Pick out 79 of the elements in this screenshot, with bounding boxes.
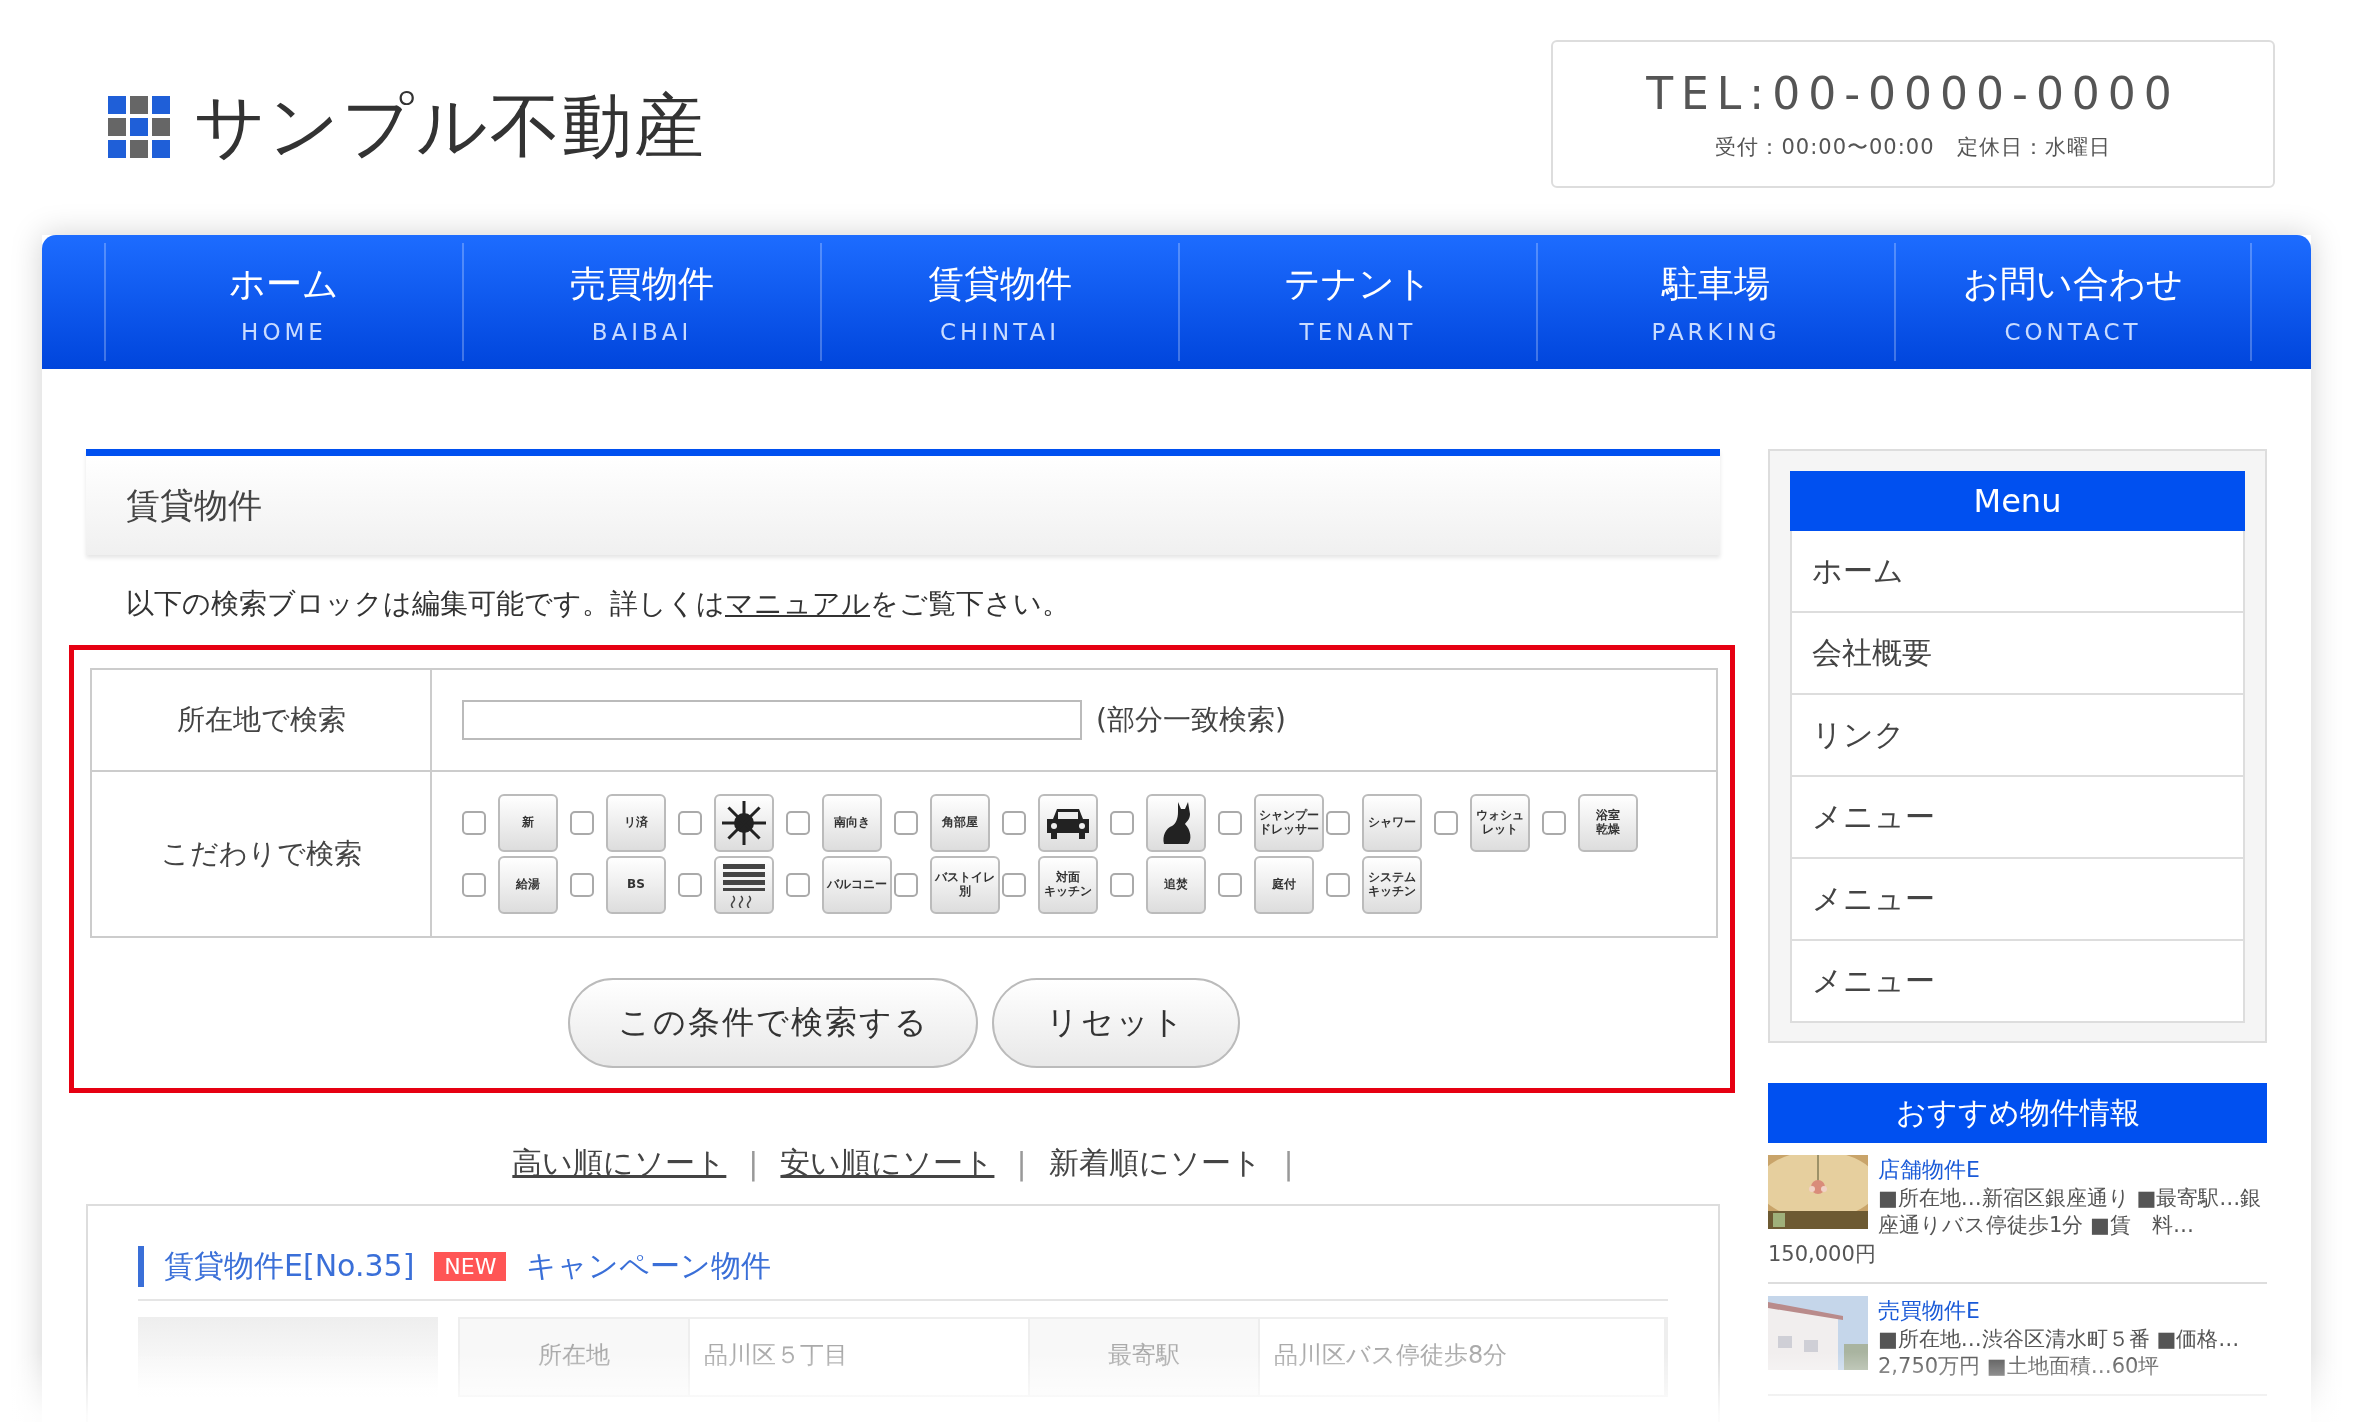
sort-link[interactable]: 高い順にソート bbox=[512, 1143, 727, 1184]
location-field[interactable] bbox=[462, 700, 1082, 740]
property-link[interactable]: 店舗物件E bbox=[1878, 1155, 2267, 1185]
property-price: 150,000円 bbox=[1768, 1240, 1877, 1268]
menu-title: Menu bbox=[1790, 471, 2245, 531]
menu-item[interactable]: ホーム bbox=[1790, 531, 2245, 613]
nav-item[interactable]: 駐車場 PARKING bbox=[1536, 243, 1894, 361]
sun-icon bbox=[720, 799, 768, 847]
reset-button[interactable]: リセット bbox=[992, 978, 1240, 1068]
separator: | bbox=[1283, 1146, 1294, 1181]
nav-item[interactable]: テナント TENANT bbox=[1178, 243, 1536, 361]
checkbox[interactable] bbox=[1110, 873, 1134, 897]
feature-tile: 角部屋 bbox=[930, 794, 990, 852]
feature-tile: ウォシュ レット bbox=[1470, 794, 1530, 852]
nav-item[interactable]: お問い合わせ CONTACT bbox=[1894, 243, 2252, 361]
nav-item[interactable]: ホーム HOME bbox=[104, 243, 462, 361]
checkbox[interactable] bbox=[1002, 873, 1026, 897]
feature-tile: 庭付 bbox=[1254, 856, 1314, 914]
feature-tile: システム キッチン bbox=[1362, 856, 1422, 914]
feature-tile: 南向き bbox=[822, 794, 882, 852]
table-cell: 所在地 bbox=[460, 1319, 690, 1395]
checkbox[interactable] bbox=[1002, 811, 1026, 835]
checkbox[interactable] bbox=[894, 811, 918, 835]
separator: | bbox=[1016, 1146, 1027, 1181]
checkbox[interactable] bbox=[462, 873, 486, 897]
feature-tile: バルコニー bbox=[822, 856, 892, 914]
menu-item[interactable]: リンク bbox=[1790, 695, 2245, 777]
checkbox[interactable] bbox=[1326, 811, 1350, 835]
checkbox[interactable] bbox=[1218, 873, 1242, 897]
checkbox[interactable] bbox=[786, 873, 810, 897]
logo-grid-icon bbox=[108, 96, 170, 158]
nav-item[interactable]: 売買物件 BAIBAI bbox=[462, 243, 820, 361]
property-link[interactable]: 売買物件E bbox=[1878, 1295, 2267, 1326]
match-note: (部分一致検索) bbox=[1096, 702, 1286, 738]
search-button[interactable]: この条件で検索する bbox=[568, 978, 978, 1068]
feature-tile: シャワー bbox=[1362, 794, 1422, 852]
recommend-title: おすすめ物件情報 bbox=[1768, 1083, 2267, 1143]
table-cell: 最寄駅 bbox=[1030, 1319, 1260, 1395]
business-hours: 受付：00:00〜00:00 定休日：水曜日 bbox=[1715, 133, 2111, 161]
phone-number: TEL:00-0000-0000 bbox=[1646, 67, 2180, 119]
checkbox[interactable] bbox=[462, 811, 486, 835]
checkbox[interactable] bbox=[570, 873, 594, 897]
feature-tile: 追焚 bbox=[1146, 856, 1206, 914]
intro-text: 以下の検索ブロックは編集可能です。詳しくはマニュアルをご覧下さい。 bbox=[126, 586, 1071, 622]
sort-link[interactable]: 安い順にソート bbox=[780, 1143, 995, 1184]
feature-tile: バストイレ 別 bbox=[930, 856, 1000, 914]
feature-tile: 新 bbox=[498, 794, 558, 852]
feature-tile: シャンプー ドレッサー bbox=[1254, 794, 1324, 852]
checkbox[interactable] bbox=[678, 811, 702, 835]
menu-item[interactable]: メニュー bbox=[1790, 859, 2245, 941]
property-summary: ■所在地…新宿区銀座通り ■最寄駅…銀座通りバス停徒歩1分 ■賃 料… bbox=[1878, 1185, 2263, 1240]
checkbox[interactable] bbox=[894, 873, 918, 897]
feature-tile: 給湯 bbox=[498, 856, 558, 914]
site-logo-text: サンプル不動産 bbox=[194, 84, 706, 169]
checkbox[interactable] bbox=[1110, 811, 1134, 835]
separator: | bbox=[748, 1146, 759, 1181]
checkbox[interactable] bbox=[570, 811, 594, 835]
sort-link[interactable]: 新着順にソート bbox=[1048, 1143, 1262, 1184]
checkbox[interactable] bbox=[1218, 811, 1242, 835]
manual-link[interactable]: マニュアル bbox=[725, 587, 870, 620]
feature-tile: 浴室 乾燥 bbox=[1578, 794, 1638, 852]
menu-item[interactable]: 会社概要 bbox=[1790, 613, 2245, 695]
checkbox[interactable] bbox=[786, 811, 810, 835]
listing-title[interactable]: 賃貸物件E[No.35] bbox=[138, 1246, 415, 1287]
property-summary: ■所在地…渋谷区清水町５番 ■価格…2,750万円 ■土地面積…60坪 bbox=[1878, 1325, 2241, 1380]
checkbox[interactable] bbox=[1326, 873, 1350, 897]
new-badge: NEW bbox=[434, 1252, 507, 1281]
checkbox[interactable] bbox=[1434, 811, 1458, 835]
feature-tile: 対面 キッチン bbox=[1038, 856, 1098, 914]
page-title: 賃貸物件 bbox=[126, 483, 262, 527]
heater-icon bbox=[721, 862, 767, 908]
feature-tile: リ済 bbox=[606, 794, 666, 852]
feature-tile: BS bbox=[606, 856, 666, 914]
menu-item[interactable]: メニュー bbox=[1790, 777, 2245, 859]
nav-item[interactable]: 賃貸物件 CHINTAI bbox=[820, 243, 1178, 361]
checkbox[interactable] bbox=[678, 873, 702, 897]
listing-tag: キャンペーン物件 bbox=[526, 1246, 772, 1287]
menu-item[interactable]: メニュー bbox=[1790, 941, 2245, 1023]
checkbox[interactable] bbox=[1542, 811, 1566, 835]
